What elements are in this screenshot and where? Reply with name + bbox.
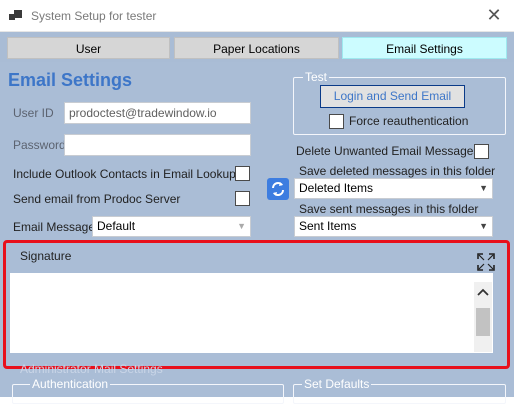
send-from-server-checkbox[interactable]	[235, 191, 250, 206]
signature-label: Signature	[20, 249, 72, 263]
sync-button[interactable]	[267, 178, 289, 200]
delete-unwanted-checkbox[interactable]	[474, 144, 489, 159]
save-deleted-value: Deleted Items	[299, 181, 374, 195]
sync-icon	[272, 182, 284, 196]
signature-scrollbar[interactable]	[474, 282, 492, 352]
login-send-email-button[interactable]: Login and Send Email	[320, 85, 465, 108]
user-id-field[interactable]: prodoctest@tradewindow.io	[64, 102, 251, 124]
admin-settings-title: Administrator Mail Settings	[20, 362, 163, 376]
save-deleted-dropdown[interactable]: Deleted Items ▼	[294, 178, 493, 199]
signature-textarea[interactable]	[10, 273, 493, 353]
password-label: Password	[13, 138, 66, 152]
chevron-down-icon: ▼	[479, 221, 488, 231]
tab-email-settings[interactable]: Email Settings	[342, 37, 507, 59]
close-button[interactable]: ✕	[474, 0, 514, 32]
app-icon	[9, 10, 23, 22]
scroll-thumb[interactable]	[476, 308, 490, 336]
set-defaults-title: Set Defaults	[302, 377, 372, 391]
email-message-label: Email Message	[13, 220, 96, 234]
include-contacts-label: Include Outlook Contacts in Email Lookup	[13, 167, 236, 181]
save-deleted-label: Save deleted messages in this folder	[299, 164, 496, 178]
page-title: Email Settings	[8, 70, 133, 90]
title-bar: System Setup for tester ✕	[0, 0, 514, 32]
force-reauth-label: Force reauthentication	[349, 114, 469, 128]
expand-icon[interactable]	[477, 253, 495, 271]
user-id-label: User ID	[13, 106, 54, 120]
password-field[interactable]	[64, 134, 251, 156]
tab-paper-locations[interactable]: Paper Locations	[174, 37, 339, 59]
delete-unwanted-label: Delete Unwanted Email Messages	[296, 144, 480, 158]
scroll-up-button[interactable]	[474, 284, 492, 302]
chevron-down-icon: ▼	[237, 221, 246, 231]
authentication-title: Authentication	[30, 377, 111, 391]
window-title: System Setup for tester	[31, 9, 157, 23]
force-reauth-checkbox[interactable]	[329, 114, 344, 129]
close-icon: ✕	[486, 5, 502, 25]
save-sent-label: Save sent messages in this folder	[299, 202, 479, 216]
save-sent-dropdown[interactable]: Sent Items ▼	[294, 216, 493, 237]
tab-user[interactable]: User	[7, 37, 170, 59]
email-message-dropdown[interactable]: Default ▼	[92, 216, 251, 237]
chevron-up-icon	[477, 288, 489, 296]
tab-strip: User Paper Locations Email Settings	[0, 32, 514, 62]
test-group-title: Test	[303, 70, 330, 84]
send-from-server-label: Send email from Prodoc Server	[13, 192, 181, 206]
chevron-down-icon: ▼	[479, 183, 488, 193]
email-message-value: Default	[97, 219, 136, 233]
include-contacts-checkbox[interactable]	[235, 166, 250, 181]
save-sent-value: Sent Items	[299, 219, 357, 233]
